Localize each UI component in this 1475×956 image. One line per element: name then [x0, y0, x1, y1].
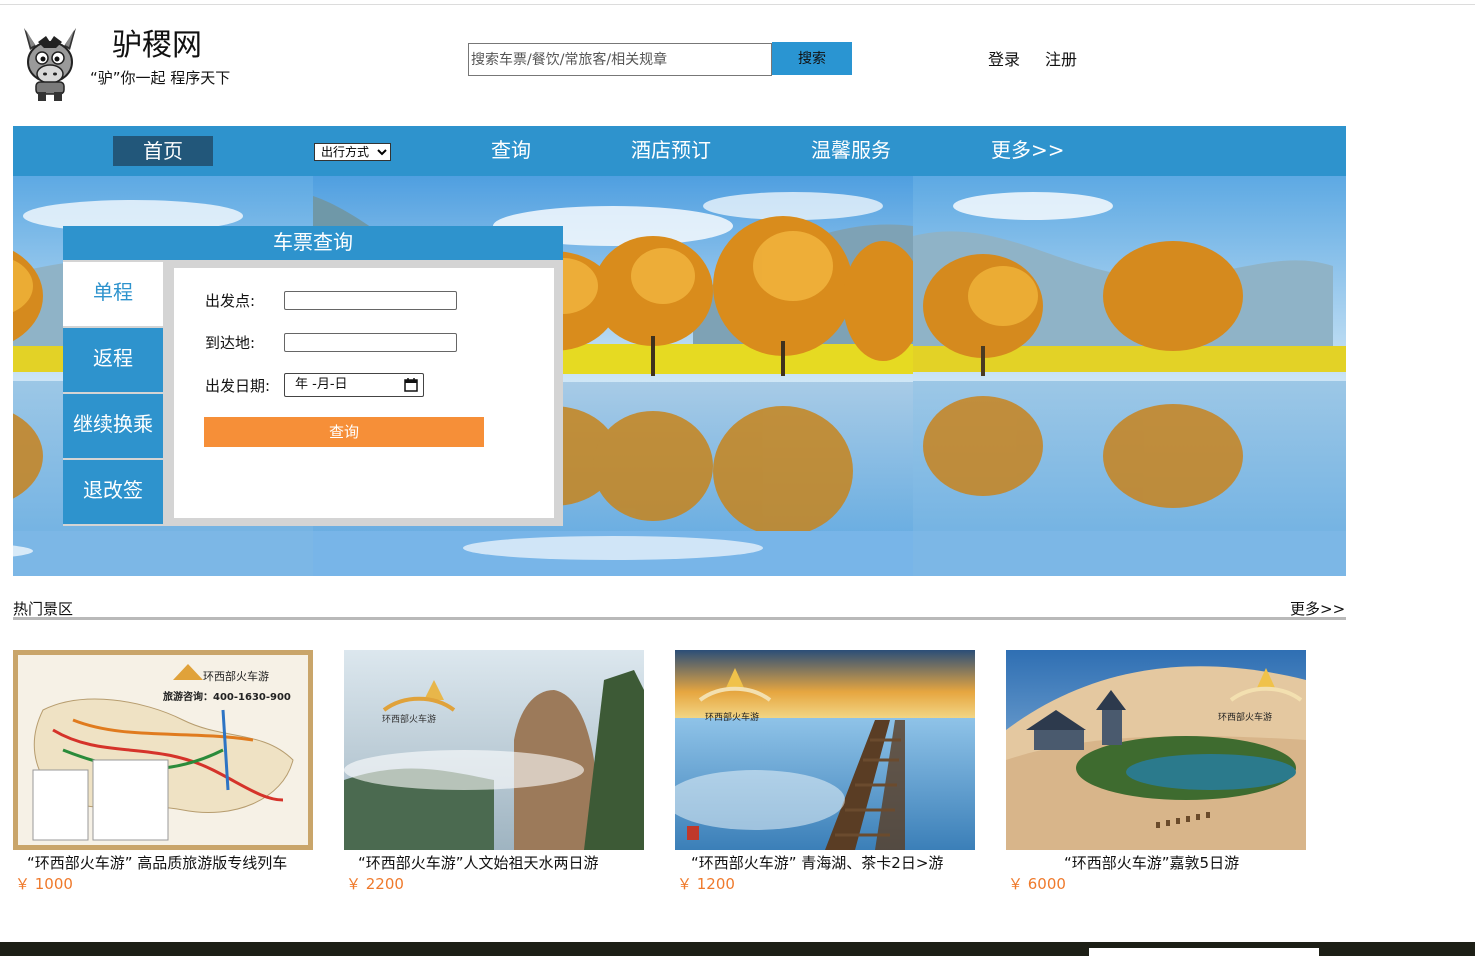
tab-one-way[interactable]: 单程	[63, 262, 163, 326]
banner-image-right	[913, 176, 1346, 576]
tour-card-title-4[interactable]: “环西部火车游”嘉敦5日游	[1064, 852, 1239, 873]
date-placeholder: 年 -月-日	[295, 377, 348, 392]
card-1-brand-text: 环西部火车游	[203, 669, 269, 683]
tab-transfer[interactable]: 继续换乘	[63, 394, 163, 458]
from-label: 出发点:	[205, 292, 256, 310]
tour-card-title-2[interactable]: “环西部火车游”人文始祖天水两日游	[358, 852, 599, 873]
ticket-panel-title: 车票查询	[63, 226, 563, 260]
nav-query[interactable]: 查询	[491, 126, 531, 176]
nav-home[interactable]: 首页	[113, 136, 213, 166]
register-link[interactable]: 注册	[1045, 46, 1077, 70]
main-nav: 首页 出行方式 查询 酒店预订 温馨服务 更多>>	[13, 126, 1346, 176]
tour-card-image-2[interactable]: 环西部火车游	[344, 650, 644, 850]
date-input[interactable]: 年 -月-日	[284, 373, 424, 397]
tour-card-image-3[interactable]: 环西部火车游	[675, 650, 975, 850]
tour-card-price-2: ￥ 2200	[346, 875, 404, 893]
nav-more[interactable]: 更多>>	[991, 126, 1065, 176]
tour-card-image-1[interactable]: 环西部火车游 旅游咨询：400-1630-900	[13, 650, 313, 850]
tour-card-price-1: ￥ 1000	[15, 875, 73, 893]
bottom-panel	[1089, 948, 1319, 956]
to-input[interactable]	[284, 333, 457, 352]
hot-spots-title: 热门景区	[13, 600, 74, 618]
tour-card-image-4[interactable]: 环西部火车游	[1006, 650, 1306, 850]
nav-hotel[interactable]: 酒店预订	[631, 126, 711, 176]
travel-mode-select[interactable]: 出行方式	[314, 143, 391, 161]
section-divider	[13, 617, 1346, 620]
card-4-brand-text: 环西部火车游	[1218, 711, 1272, 723]
tour-card-price-3: ￥ 1200	[677, 875, 735, 893]
calendar-icon[interactable]	[404, 378, 418, 392]
tab-refund-change[interactable]: 退改签	[63, 460, 163, 524]
tab-return[interactable]: 返程	[63, 328, 163, 392]
card-3-brand-text: 环西部火车游	[705, 711, 759, 723]
top-divider	[0, 4, 1475, 5]
nav-service[interactable]: 温馨服务	[811, 126, 891, 176]
hot-spots-more-link[interactable]: 更多>>	[1290, 598, 1345, 619]
tour-card-price-4: ￥ 6000	[1008, 875, 1066, 893]
site-slogan: “驴”你一起 程序天下	[90, 69, 231, 87]
search-button[interactable]: 搜索	[772, 42, 852, 75]
tour-card-title-3[interactable]: “环西部火车游” 青海湖、茶卡2日>游	[691, 852, 943, 873]
tour-card-title-1[interactable]: “环西部火车游” 高品质旅游版专线列车	[27, 852, 287, 873]
donkey-logo-icon[interactable]	[16, 24, 84, 102]
ticket-query-button[interactable]: 查询	[204, 417, 484, 447]
site-title: 驴稷网	[112, 28, 202, 63]
date-label: 出发日期:	[205, 377, 271, 395]
search-input[interactable]	[468, 43, 772, 76]
card-2-brand-text: 环西部火车游	[382, 713, 436, 725]
from-input[interactable]	[284, 291, 457, 310]
to-label: 到达地:	[205, 334, 256, 352]
card-1-hotline-text: 旅游咨询：400-1630-900	[163, 690, 291, 703]
login-link[interactable]: 登录	[988, 46, 1020, 70]
